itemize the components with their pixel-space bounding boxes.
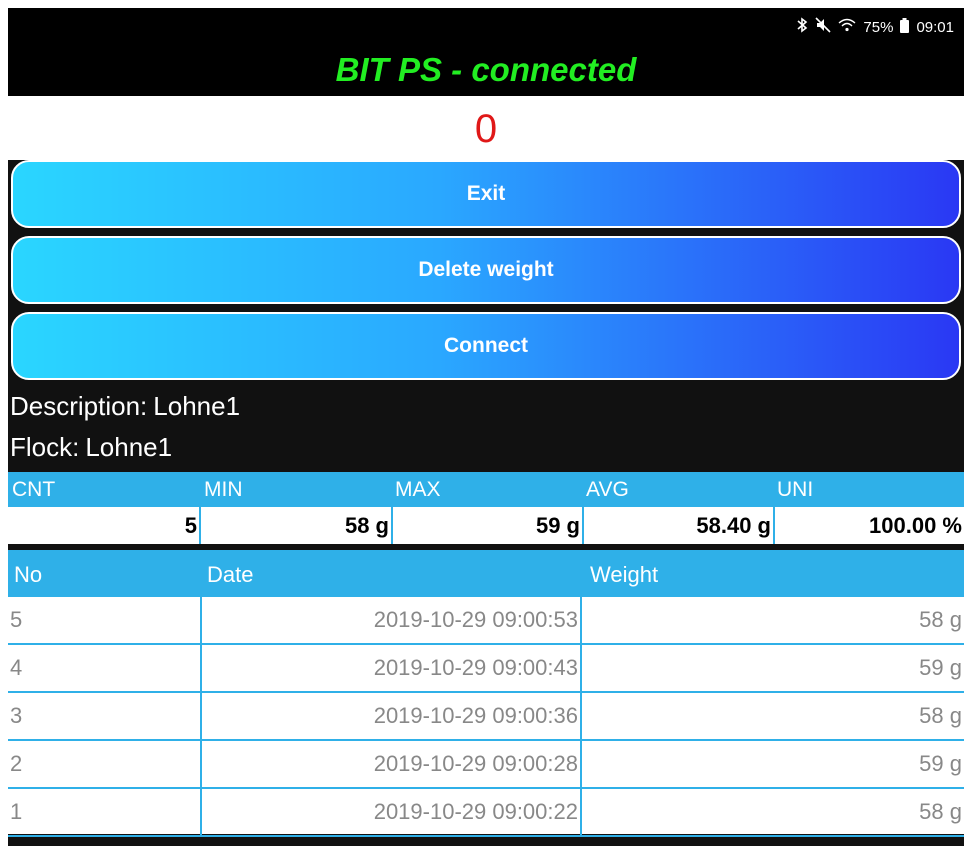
cell-no: 1	[10, 799, 23, 824]
cell-date: 2019-10-29 09:00:28	[200, 741, 582, 787]
stats-value-avg: 58.40 g	[584, 507, 775, 544]
stats-header-cnt: CNT	[12, 478, 56, 501]
stats-header-avg: AVG	[586, 478, 629, 501]
flock-label: Flock:	[10, 432, 80, 462]
stats-header-max: MAX	[395, 478, 441, 501]
battery-percent: 75%	[863, 18, 894, 36]
cell-weight: 59 g	[919, 655, 962, 680]
cell-weight: 58 g	[919, 607, 962, 632]
table-row[interactable]: 2 2019-10-29 09:00:28 59 g	[8, 741, 964, 789]
description-label: Description:	[10, 391, 148, 421]
stats-values: 5 58 g 59 g 58.40 g 100.00 %	[8, 507, 964, 544]
status-icons: 75% 09:01	[796, 17, 954, 37]
status-bar: 75% 09:01	[8, 8, 964, 44]
mute-icon	[815, 17, 831, 37]
app-title: BIT PS - connected	[8, 44, 964, 96]
cell-date: 2019-10-29 09:00:36	[200, 693, 582, 739]
app-screen: 75% 09:01 BIT PS - connected 0 Exit Dele…	[8, 8, 964, 846]
battery-icon	[900, 17, 910, 37]
stats-value-cnt: 5	[8, 507, 201, 544]
cell-weight: 59 g	[919, 751, 962, 776]
description-value: Lohne1	[153, 391, 241, 421]
flock-value: Lohne1	[85, 432, 173, 462]
column-header-date: Date	[207, 562, 254, 587]
stats-header-uni: UNI	[777, 478, 814, 501]
flock-line: Flock: Lohne1	[10, 432, 172, 463]
delete-weight-button[interactable]: Delete weight	[11, 236, 961, 304]
cell-no: 2	[10, 751, 23, 776]
cell-no: 3	[10, 703, 23, 728]
cell-weight: 58 g	[919, 799, 962, 824]
column-header-weight: Weight	[590, 562, 659, 587]
wifi-icon	[838, 18, 856, 36]
table-row[interactable]: 1 2019-10-29 09:00:22 58 g	[8, 789, 964, 837]
connect-button[interactable]: Connect	[11, 312, 961, 380]
cell-no: 4	[10, 655, 23, 680]
clock: 09:01	[916, 18, 954, 36]
stats-header-min: MIN	[204, 478, 243, 501]
weights-table-body[interactable]: 5 2019-10-29 09:00:53 58 g 4 2019-10-29 …	[8, 597, 964, 837]
cell-date: 2019-10-29 09:00:22	[200, 789, 582, 835]
column-header-no: No	[14, 562, 43, 587]
table-row[interactable]: 5 2019-10-29 09:00:53 58 g	[8, 597, 964, 645]
stats-value-max: 59 g	[393, 507, 584, 544]
bluetooth-icon	[796, 17, 808, 37]
current-weight-display: 0	[8, 96, 964, 160]
table-row[interactable]: 3 2019-10-29 09:00:36 58 g	[8, 693, 964, 741]
exit-button[interactable]: Exit	[11, 160, 961, 228]
stats-value-uni: 100.00 %	[869, 513, 962, 538]
weights-table-header: No Date Weight	[8, 550, 964, 597]
cell-weight: 58 g	[919, 703, 962, 728]
cell-date: 2019-10-29 09:00:43	[200, 645, 582, 691]
table-row[interactable]: 4 2019-10-29 09:00:43 59 g	[8, 645, 964, 693]
stats-header: CNT MIN MAX AVG UNI	[8, 472, 964, 507]
cell-no: 5	[10, 607, 23, 632]
description-line: Description: Lohne1	[10, 391, 240, 422]
cell-date: 2019-10-29 09:00:53	[200, 597, 582, 643]
stats-value-min: 58 g	[201, 507, 393, 544]
